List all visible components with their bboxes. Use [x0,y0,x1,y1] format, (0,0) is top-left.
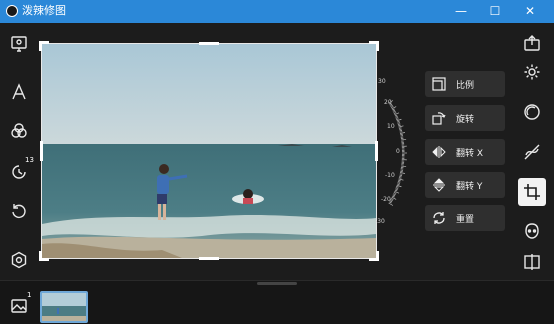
dial-tick [401,165,407,168]
filmstrip: 1 [0,280,554,324]
dial-tick [397,122,400,124]
dial-tick [396,118,399,120]
rotate-button[interactable]: 旋转 [425,105,505,131]
dial-label-10: 10 [387,123,395,130]
app-title: 泼辣修图 [22,4,66,17]
dial-tick [388,202,394,206]
dial-tick [400,172,406,174]
dial-tick [399,131,403,133]
dial-tick [394,114,398,117]
dial-tick [398,178,404,181]
dial-tick [393,193,396,196]
dial-tick [392,108,395,111]
history-badge: 13 [25,156,34,164]
minimize-button[interactable]: — [443,0,479,23]
dial-label-minus-30: -30 [375,218,385,225]
location-edit-icon[interactable] [6,31,32,57]
dial-label-20: 20 [384,99,392,106]
app-logo-icon [6,5,18,17]
dial-tick [399,174,403,176]
dial-label-0: 0 [396,148,400,155]
gear-icon[interactable] [519,59,545,85]
gallery-badge: 1 [27,291,32,299]
text-icon[interactable] [6,79,32,105]
dial-tick [399,176,402,178]
dial-tick [393,110,396,113]
aspect-ratio-label: 比例 [456,80,475,91]
dial-tick [390,106,394,108]
dial-tick [398,124,401,127]
mask-icon[interactable] [519,99,545,125]
close-button[interactable]: ✕ [512,0,548,23]
dial-label-minus-10: -10 [385,172,395,179]
aspect-ratio-icon [425,71,453,97]
dial-tick [393,192,397,194]
flip-y-button[interactable]: 翻转 Y [425,172,505,198]
dial-label-30: 30 [378,78,386,85]
reset-icon [425,205,453,231]
photo-canvas[interactable] [42,44,376,258]
aspect-ratio-button[interactable]: 比例 [425,71,505,97]
settings-hex-icon[interactable] [6,247,32,273]
flip-x-label: 翻转 X [456,148,484,159]
right-toolbar [512,23,554,280]
dial-label-minus-20: -20 [381,196,391,203]
dial-tick [393,112,397,114]
dial-tick [396,186,399,188]
dial-tick [398,127,402,129]
dial-tick [392,194,396,197]
dial-tick [395,115,398,118]
dial-tick [394,189,398,192]
title-bar: 泼辣修图 — ☐ ✕ [0,0,554,23]
rotate-label: 旋转 [456,114,475,125]
flip-y-label: 翻转 Y [456,181,483,192]
dial-tick [397,181,401,183]
export-icon[interactable] [519,30,545,56]
dial-tick [399,130,403,132]
dial-tick [399,128,402,130]
dial-tick [399,173,403,175]
undo-icon[interactable] [6,198,32,224]
compare-icon[interactable] [519,249,545,275]
dial-tick [398,177,402,179]
filmstrip-resize-handle[interactable] [257,282,297,285]
dial-tick [396,120,400,123]
rotation-dial-ticks [388,100,407,206]
crop-icon[interactable] [518,178,546,206]
dial-tick [398,125,404,128]
dial-tick [401,138,407,141]
dial-tick [395,187,399,189]
flip-x-icon [425,139,453,165]
photo-thumbnail[interactable] [40,291,88,323]
dial-tick [390,198,394,200]
dial-tick [395,188,398,191]
flip-x-button[interactable]: 翻转 X [425,139,505,165]
curve-icon[interactable] [519,139,545,165]
maximize-button[interactable]: ☐ [477,0,513,23]
dial-tick [395,117,399,119]
rotate-icon [425,105,453,131]
dial-tick [400,132,406,134]
dial-tick [398,179,401,182]
reset-label: 重置 [456,214,475,225]
flip-y-icon [425,172,453,198]
dial-tick [392,109,396,112]
dial-tick [397,123,401,125]
left-toolbar: 13 [0,23,38,280]
dial-tick [396,183,400,186]
rotation-dial[interactable]: 30 20 10 0 -10 -20 -30 [362,70,412,236]
reset-button[interactable]: 重置 [425,205,505,231]
effects-icon[interactable] [6,118,32,144]
dial-tick [397,182,400,184]
dial-tick [392,195,395,198]
face-icon[interactable] [519,218,545,244]
